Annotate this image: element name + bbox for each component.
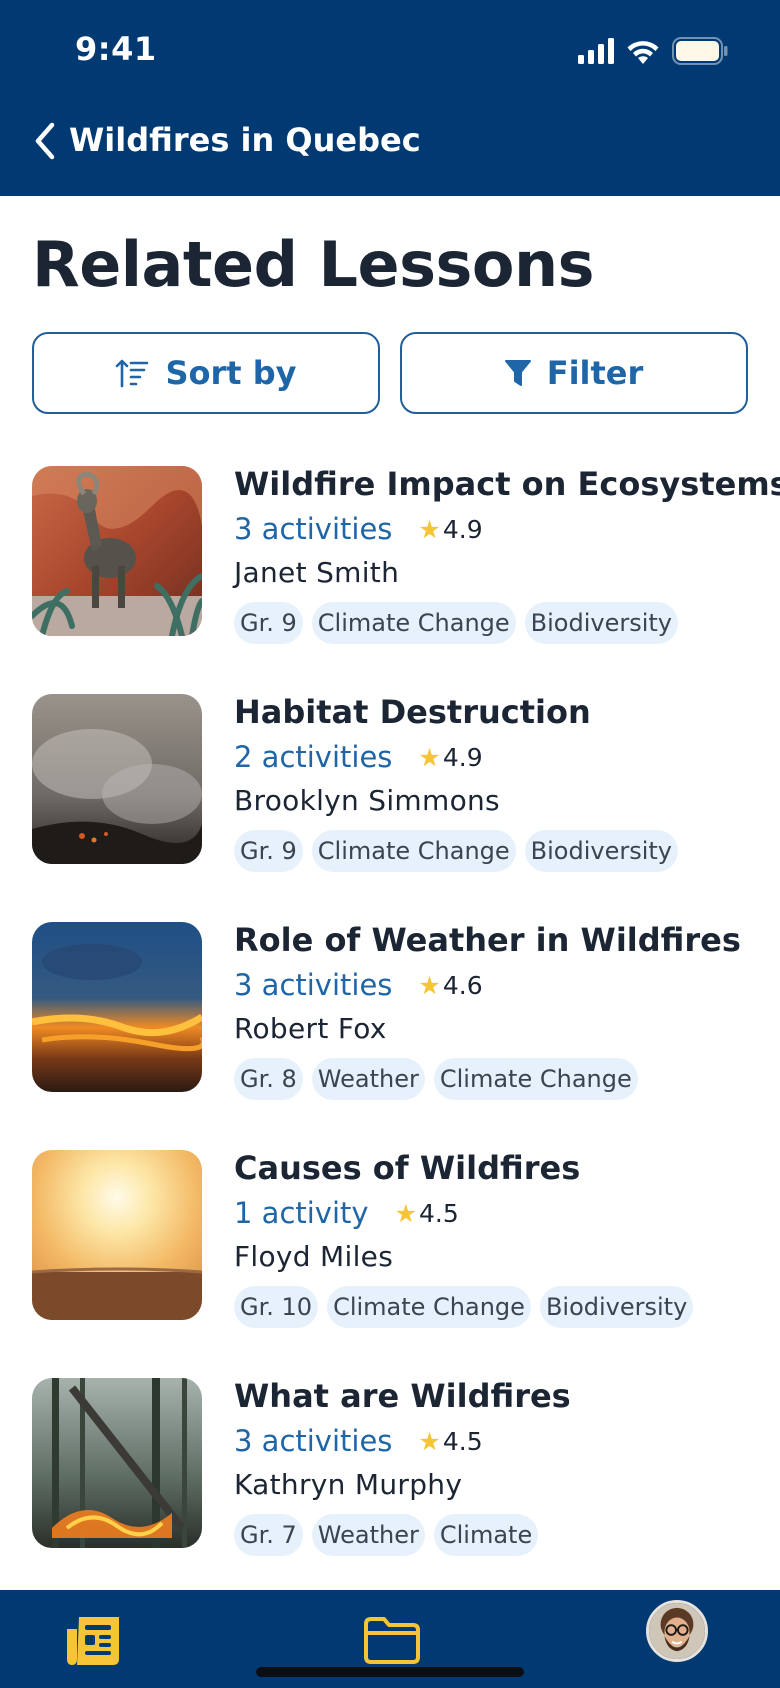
activities-count: 3 activities [234, 1424, 393, 1458]
tag: Biodiversity [539, 1286, 694, 1328]
tag: Climate Change [311, 830, 516, 872]
back-button[interactable] [30, 118, 60, 164]
activities-count: 2 activities [234, 740, 393, 774]
sort-button[interactable]: Sort by [32, 332, 380, 414]
avatar-image [649, 1603, 705, 1659]
tag: Biodiversity [524, 830, 679, 872]
profile-avatar[interactable] [646, 1600, 708, 1662]
lesson-meta: 1 activity ★ 4.5 [234, 1193, 772, 1233]
rating-value: 4.5 [442, 1426, 483, 1456]
rating: ★ 4.9 [418, 515, 482, 544]
signal-icon [578, 38, 614, 64]
lesson-author: Floyd Miles [234, 1240, 394, 1273]
status-time: 9:41 [75, 30, 157, 68]
app-header: 9:41 Wildfires in Quebec [0, 0, 780, 196]
lesson-thumbnail [32, 1150, 202, 1320]
filter-icon [504, 360, 531, 386]
lesson-tags: Gr. 9 Climate Change Biodiversity [234, 602, 772, 644]
rating-value: 4.6 [442, 970, 483, 1000]
lesson-thumbnail [32, 922, 202, 1092]
rating-value: 4.9 [442, 514, 483, 544]
battery-icon [672, 37, 728, 65]
lesson-tags: Gr. 8 Weather Climate Change [234, 1058, 772, 1100]
lesson-info: Role of Weather in Wildfires 3 activitie… [234, 920, 772, 1100]
lesson-card[interactable]: Habitat Destruction 2 activities ★ 4.9 Br… [32, 693, 752, 922]
tag-grade: Gr. 8 [234, 1058, 303, 1100]
page-title: Related Lessons [32, 228, 595, 301]
lesson-info: What are Wildfires 3 activities ★ 4.5 Kat… [234, 1376, 772, 1556]
rating: ★ 4.5 [395, 1199, 459, 1228]
home-indicator [256, 1667, 524, 1677]
lessons-icon [67, 1617, 119, 1665]
lesson-meta: 3 activities ★ 4.9 [234, 509, 772, 549]
tag: Weather [311, 1058, 425, 1100]
rating: ★ 4.5 [418, 1427, 482, 1456]
lesson-title: What are Wildfires [234, 1377, 571, 1415]
tab-folder[interactable] [360, 1610, 424, 1670]
lesson-title: Habitat Destruction [234, 693, 591, 731]
tag: Climate Change [327, 1286, 531, 1328]
lesson-list: Wildfire Impact on Ecosystems 3 activiti… [32, 465, 780, 1606]
status-icons [578, 36, 728, 66]
tag: Climate Change [433, 1058, 638, 1100]
rating-value: 4.5 [419, 1198, 459, 1228]
chevron-left-icon [35, 122, 55, 160]
lesson-meta: 3 activities ★ 4.5 [234, 1421, 772, 1461]
lesson-card[interactable]: What are Wildfires 3 activities ★ 4.5 Kat… [32, 1377, 752, 1606]
star-icon: ★ [394, 1198, 417, 1228]
lesson-card[interactable]: Wildfire Impact on Ecosystems 3 activiti… [32, 465, 780, 694]
tag: Climate [433, 1514, 539, 1556]
star-icon: ★ [418, 970, 441, 1000]
folder-icon [364, 1617, 420, 1664]
lesson-info: Habitat Destruction 2 activities ★ 4.9 Br… [234, 692, 772, 872]
lesson-info: Causes of Wildfires 1 activity ★ 4.5 Floy… [234, 1148, 772, 1328]
wifi-icon [627, 41, 659, 64]
lesson-thumbnail [32, 694, 202, 864]
lesson-info: Wildfire Impact on Ecosystems 3 activiti… [234, 464, 780, 644]
lesson-thumbnail [32, 466, 202, 636]
lesson-meta: 3 activities ★ 4.6 [234, 965, 772, 1005]
tag: Weather [311, 1514, 425, 1556]
lesson-author: Kathryn Murphy [234, 1468, 463, 1501]
rating: ★ 4.9 [418, 743, 482, 772]
lesson-author: Robert Fox [234, 1012, 387, 1045]
rating: ★ 4.6 [418, 971, 482, 1000]
activities-count: 1 activity [234, 1196, 369, 1230]
tag-grade: Gr. 9 [234, 602, 303, 644]
sort-label: Sort by [165, 354, 297, 392]
lesson-author: Brooklyn Simmons [234, 784, 500, 817]
tag: Climate Change [311, 602, 516, 644]
tag-grade: Gr. 7 [234, 1514, 303, 1556]
star-icon: ★ [418, 742, 441, 772]
tag: Biodiversity [524, 602, 679, 644]
filter-button[interactable]: Filter [400, 332, 748, 414]
lesson-tags: Gr. 9 Climate Change Biodiversity [234, 830, 772, 872]
tag-grade: Gr. 10 [234, 1286, 319, 1328]
tab-lessons[interactable] [62, 1610, 126, 1670]
lesson-meta: 2 activities ★ 4.9 [234, 737, 772, 777]
sort-icon [116, 359, 149, 388]
lesson-title: Causes of Wildfires [234, 1149, 581, 1187]
lesson-title: Role of Weather in Wildfires [234, 921, 741, 959]
lesson-card[interactable]: Causes of Wildfires 1 activity ★ 4.5 Floy… [32, 1149, 752, 1378]
tag-grade: Gr. 9 [234, 830, 303, 872]
star-icon: ★ [418, 1426, 441, 1456]
lesson-tags: Gr. 7 Weather Climate [234, 1514, 772, 1556]
lesson-tags: Gr. 10 Climate Change Biodiversity [234, 1286, 772, 1328]
activities-count: 3 activities [234, 512, 393, 546]
lesson-author: Janet Smith [234, 556, 400, 589]
filter-label: Filter [546, 354, 644, 392]
lesson-title: Wildfire Impact on Ecosystems [234, 465, 780, 503]
lesson-card[interactable]: Role of Weather in Wildfires 3 activitie… [32, 921, 752, 1150]
star-icon: ★ [418, 514, 441, 544]
nav-title: Wildfires in Quebec [69, 121, 421, 159]
lesson-thumbnail [32, 1378, 202, 1548]
rating-value: 4.9 [442, 742, 483, 772]
activities-count: 3 activities [234, 968, 393, 1002]
